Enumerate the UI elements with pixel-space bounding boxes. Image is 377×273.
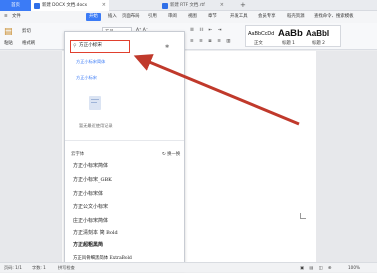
annotation-arrow bbox=[133, 54, 300, 126]
status-bar: 页码: 1/1 字数: 1 拼写检查 ▣ ▤ ◫ ⊕ 100% bbox=[0, 262, 377, 272]
